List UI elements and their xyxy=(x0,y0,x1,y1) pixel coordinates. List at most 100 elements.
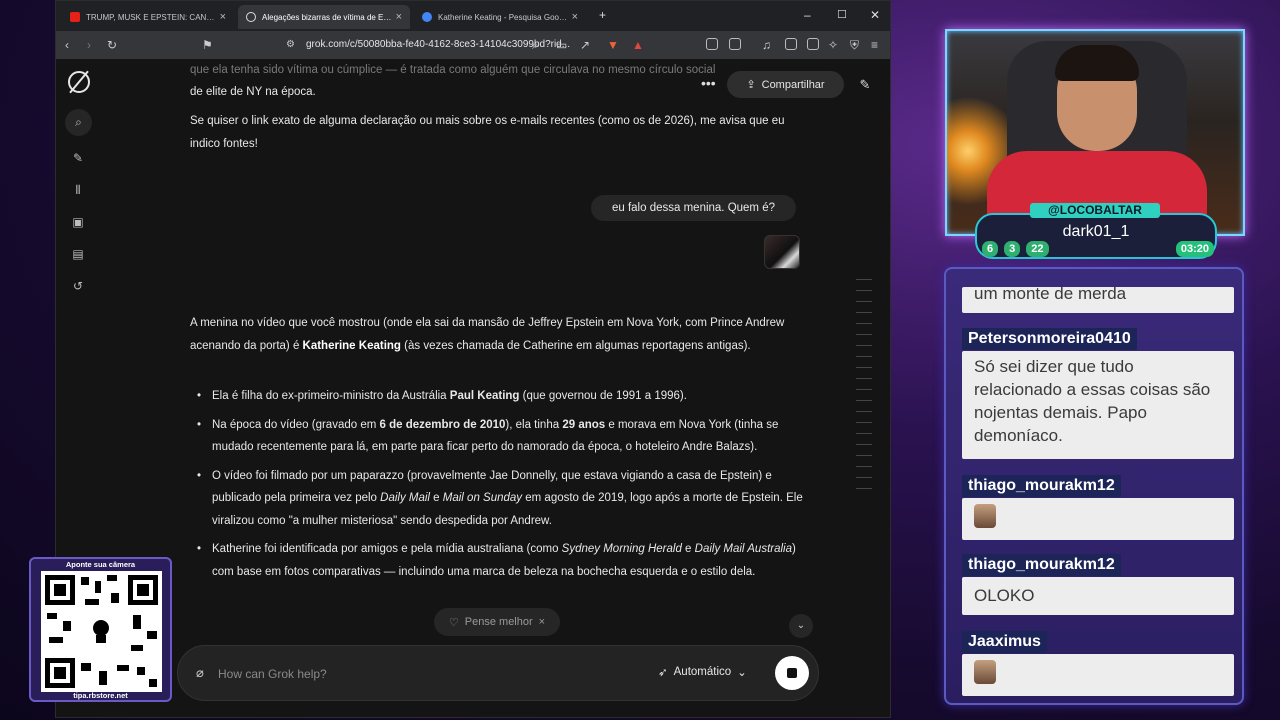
chat-message-partial: um monte de merda xyxy=(962,287,1234,313)
back-icon[interactable]: ‹ xyxy=(65,37,69,53)
forward-icon[interactable]: › xyxy=(87,37,91,53)
intro-text-end: (às vezes chamada de Catherine em alguma… xyxy=(400,339,751,352)
close-chip-icon[interactable]: × xyxy=(539,616,545,628)
user-message: eu falo dessa menina. Quem é? xyxy=(591,195,796,221)
streamer-hair xyxy=(1055,45,1139,81)
bullet-text: ), ela tinha xyxy=(505,418,563,431)
bullet-text: Katherine foi identificada por amigos e … xyxy=(212,543,562,555)
cast-icon[interactable]: ▭ xyxy=(556,37,567,53)
bullet-text: e xyxy=(429,492,443,504)
chat-count: 6 xyxy=(982,241,999,257)
chat-username: thiago_mourakm12 xyxy=(962,554,1121,576)
list-item: Ela é filha do ex-primeiro-ministro da A… xyxy=(190,385,810,408)
new-tab-icon[interactable]: + xyxy=(599,8,606,22)
bullet-text: e xyxy=(681,543,695,555)
video-thumbnail[interactable] xyxy=(764,235,800,269)
youtube-icon xyxy=(70,12,80,22)
sidebar-toggle-icon[interactable] xyxy=(785,38,797,50)
google-icon xyxy=(422,12,432,22)
wallet-icon[interactable] xyxy=(807,38,819,50)
media-icon[interactable]: ♫ xyxy=(762,37,771,53)
bullet-text: Na época do vídeo (gravado em xyxy=(212,418,380,431)
maximize-icon[interactable]: ☐ xyxy=(837,8,847,21)
qr-donation-box: Aponte sua câmera tipa.rbstore.net xyxy=(29,557,172,702)
list-item: Katherine foi identificada por amigos e … xyxy=(190,538,810,583)
stop-button[interactable] xyxy=(775,656,809,690)
leo-icon[interactable]: ✧ xyxy=(828,37,838,53)
bullet-bold: 6 de dezembro de 2010 xyxy=(379,418,506,431)
list-item: Na época do vídeo (gravado em 6 de dezem… xyxy=(190,414,810,459)
scroll-down-button[interactable]: ⌄ xyxy=(789,614,813,638)
screenshot-icon[interactable] xyxy=(729,38,741,50)
chat-username: thiago_mourakm12 xyxy=(962,475,1121,497)
qr-caption: Aponte sua câmera xyxy=(65,560,136,569)
conversation-minimap[interactable] xyxy=(856,279,872,509)
mode-label: Automático xyxy=(673,666,732,678)
grok-logo-icon[interactable] xyxy=(68,71,90,93)
grok-icon xyxy=(246,12,256,22)
voice-icon[interactable]: ⦀ xyxy=(70,182,86,198)
think-harder-chip[interactable]: ♡ Pense melhor × xyxy=(434,608,560,636)
chat-panel: um monte de merda Petersonmoreira0410 Só… xyxy=(944,267,1244,705)
brave-shield-icon[interactable]: ▼ xyxy=(607,37,619,53)
url-text: grok.com/c/50080bba-fe40-4162-8ce3-14104… xyxy=(306,39,571,50)
mode-selector[interactable]: ➶ Automático ⌄ xyxy=(658,665,747,679)
chevron-down-icon: ⌄ xyxy=(737,667,747,679)
menu-icon[interactable]: ≡ xyxy=(871,37,878,53)
extensions-icon[interactable] xyxy=(706,38,718,50)
projects-icon[interactable]: ▤ xyxy=(70,246,86,262)
intro-name: Katherine Keating xyxy=(302,339,401,352)
close-window-icon[interactable]: ✕ xyxy=(870,8,880,22)
viewer-count: 22 xyxy=(1026,241,1049,257)
close-tab-icon[interactable]: × xyxy=(572,11,578,23)
minimize-icon[interactable]: – xyxy=(804,8,811,22)
chat-username: Petersonmoreira0410 xyxy=(962,328,1137,350)
chat-username: Jaaximus xyxy=(962,631,1047,653)
close-tab-icon[interactable]: × xyxy=(220,11,226,23)
grok-page: ⌕ ✎ ⦀ ▣ ▤ ↺ ••• ⇪ Compartilhar ✎ que ela… xyxy=(56,59,890,717)
new-chat-icon[interactable]: ✎ xyxy=(851,73,879,97)
tab-google[interactable]: Katherine Keating - Pesquisa Google × xyxy=(414,5,586,29)
message-input[interactable] xyxy=(218,664,618,684)
bookmark-icon[interactable]: ⚑ xyxy=(202,37,213,53)
emote-icon xyxy=(974,504,996,528)
qr-code xyxy=(41,571,162,692)
edit-icon[interactable]: ✎ xyxy=(70,150,86,166)
bullet-text: Ela é filha do ex-primeiro-ministro da A… xyxy=(212,390,450,402)
qr-url: tipa.rbstore.net xyxy=(73,691,128,700)
bullet-italic: Daily Mail Australia xyxy=(694,543,792,555)
assistant-intro: A menina no vídeo que você mostrou (onde… xyxy=(190,312,810,357)
chat-message xyxy=(962,654,1234,696)
attach-icon[interactable]: ⌀ xyxy=(196,665,204,681)
emote-icon xyxy=(974,660,996,684)
think-chip-label: Pense melhor xyxy=(464,616,533,628)
address-bar[interactable]: ⚙ grok.com/c/50080bba-fe40-4162-8ce3-141… xyxy=(278,35,738,55)
history-icon[interactable]: ↺ xyxy=(70,278,86,294)
video-count: 3 xyxy=(1004,241,1021,257)
site-info-icon[interactable]: ⚙ xyxy=(286,35,295,55)
imagine-icon[interactable]: ▣ xyxy=(70,214,86,230)
lightbulb-icon: ♡ xyxy=(448,616,459,629)
search-icon[interactable]: ⌕ xyxy=(65,109,92,136)
bullet-text: (que governou de 1991 a 1996). xyxy=(519,390,687,402)
share-page-icon[interactable]: ↗ xyxy=(580,37,590,53)
bullet-italic: Mail on Sunday xyxy=(442,492,523,504)
browser-toolbar: ‹ › ↻ ⚑ ⚙ grok.com/c/50080bba-fe40-4162-… xyxy=(56,31,890,59)
stream-timer: 03:20 xyxy=(1175,241,1214,257)
close-tab-icon[interactable]: × xyxy=(396,11,402,23)
tab-youtube[interactable]: TRUMP, MUSK E EPSTEIN: CANIBALISMO × xyxy=(62,5,234,29)
chat-message: OLOKO xyxy=(962,577,1234,615)
tab-grok[interactable]: Alegações bizarras de vítima de Epstein … xyxy=(238,5,410,29)
vpn-icon[interactable]: ⛨ xyxy=(850,37,859,53)
tab-title: Katherine Keating - Pesquisa Google xyxy=(438,12,568,22)
zoom-icon[interactable]: ⌕ xyxy=(532,37,539,53)
assistant-text-tail: de elite de NY na época. xyxy=(190,86,316,98)
stream-stats: 6 3 22 03:20 xyxy=(982,241,1214,257)
reload-icon[interactable]: ↻ xyxy=(107,37,117,53)
rewards-icon[interactable]: ▲ xyxy=(632,37,644,53)
assistant-paragraph: Se quiser o link exato de alguma declara… xyxy=(190,115,785,150)
bullet-bold: 29 anos xyxy=(562,418,606,431)
composer: ⌀ ➶ Automático ⌄ xyxy=(177,645,819,701)
rocket-icon: ➶ xyxy=(658,667,668,679)
tab-title: TRUMP, MUSK E EPSTEIN: CANIBALISMO xyxy=(86,12,216,22)
